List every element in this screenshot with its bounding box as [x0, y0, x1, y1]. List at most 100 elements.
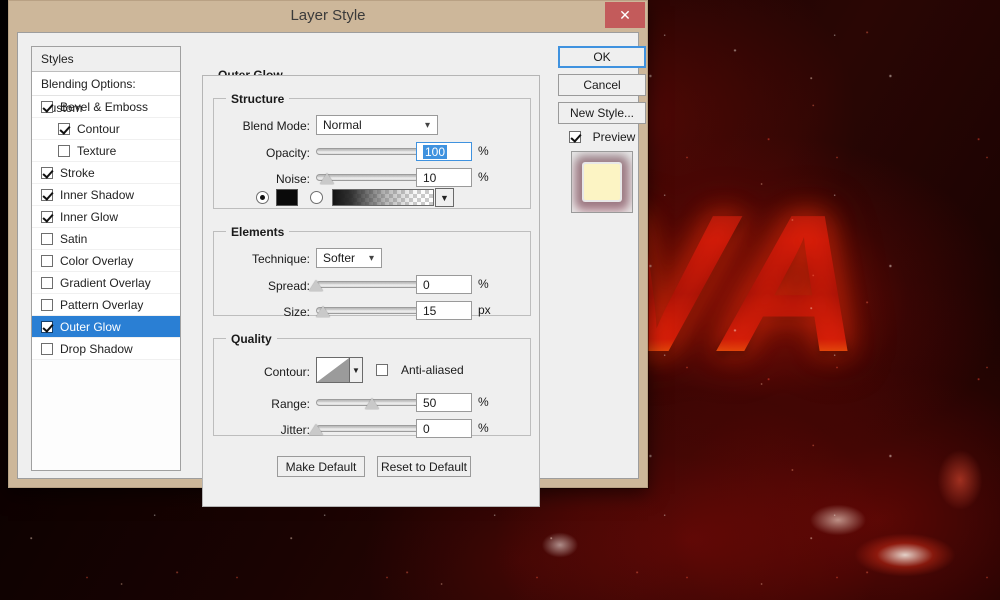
size-slider[interactable] [315, 302, 428, 318]
style-row-checkbox[interactable] [41, 210, 53, 223]
range-input[interactable]: 50 [416, 393, 472, 412]
style-row-checkbox[interactable] [41, 166, 53, 179]
jitter-slider-thumb[interactable] [309, 424, 323, 435]
contour-preset-swatch[interactable] [316, 357, 350, 383]
solid-color-radio[interactable] [256, 191, 269, 204]
gradient-picker-chevron-down-icon[interactable]: ▼ [435, 188, 454, 207]
gradient-swatch[interactable] [332, 189, 434, 206]
structure-group: Structure Blend Mode: Normal ▾ Opacity: … [213, 92, 531, 209]
noise-slider[interactable] [316, 169, 428, 185]
style-preview-thumbnail [571, 151, 633, 213]
spread-input[interactable]: 0 [416, 275, 472, 294]
style-row-checkbox[interactable] [41, 254, 53, 267]
blend-mode-value: Normal [323, 118, 362, 132]
style-row-drop-shadow[interactable]: Drop Shadow [32, 338, 180, 360]
style-row-label: Stroke [60, 165, 95, 180]
style-row-checkbox[interactable] [41, 298, 53, 311]
range-unit: % [478, 395, 489, 409]
reset-to-default-button[interactable]: Reset to Default [377, 456, 471, 477]
range-slider[interactable] [316, 394, 428, 410]
blend-mode-select[interactable]: Normal ▾ [316, 115, 438, 135]
opacity-value: 100 [423, 144, 448, 159]
settings-frame: Structure Blend Mode: Normal ▾ Opacity: … [202, 75, 540, 507]
style-row-label: Drop Shadow [60, 341, 133, 356]
technique-value: Softer [323, 251, 356, 265]
spread-slider[interactable] [309, 276, 428, 292]
jitter-label: Jitter: [280, 423, 310, 437]
style-row-inner-shadow[interactable]: Inner Shadow [32, 184, 180, 206]
style-row-texture[interactable]: Texture [32, 140, 180, 162]
jitter-input[interactable]: 0 [416, 419, 472, 438]
style-row-pattern-overlay[interactable]: Pattern Overlay [32, 294, 180, 316]
preview-swatch [584, 164, 620, 200]
style-row-inner-glow[interactable]: Inner Glow [32, 206, 180, 228]
style-row-label: Inner Shadow [60, 187, 135, 202]
style-row-label: Outer Glow [60, 319, 121, 334]
style-row-color-overlay[interactable]: Color Overlay [32, 250, 180, 272]
elements-group-title: Elements [226, 225, 290, 239]
range-slider-thumb[interactable] [365, 398, 379, 409]
chevron-down-icon: ▾ [424, 120, 430, 131]
jitter-slider[interactable] [309, 420, 428, 436]
preview-label: Preview [592, 130, 636, 144]
style-row-label: Color Overlay [60, 253, 134, 268]
size-input[interactable]: 15 [416, 301, 472, 320]
style-row-checkbox[interactable] [41, 100, 53, 113]
style-row-checkbox[interactable] [41, 320, 53, 333]
quality-group-title: Quality [226, 332, 277, 346]
dialog-titlebar[interactable]: Layer Style ✕ [9, 1, 647, 32]
style-row-outer-glow[interactable]: Outer Glow [32, 316, 180, 338]
style-row-contour[interactable]: Contour [32, 118, 180, 140]
style-row-label: Gradient Overlay [60, 275, 151, 290]
style-row-stroke[interactable]: Stroke [32, 162, 180, 184]
style-row-gradient-overlay[interactable]: Gradient Overlay [32, 272, 180, 294]
quality-group: Quality Contour: ▼ Anti-aliased Range: 5… [213, 332, 531, 438]
blending-options-row[interactable]: Blending Options: Custom [32, 72, 180, 115]
blend-mode-label: Blend Mode: [242, 119, 310, 133]
gradient-radio[interactable] [310, 191, 323, 204]
style-row-label: Inner Glow [60, 209, 119, 224]
opacity-slider[interactable] [316, 143, 435, 159]
jitter-slider-track [316, 425, 428, 432]
style-row-checkbox[interactable] [41, 276, 53, 289]
size-label: Size: [283, 305, 310, 319]
technique-select[interactable]: Softer ▾ [316, 248, 382, 268]
glow-color-swatch[interactable] [276, 189, 298, 206]
size-slider-thumb[interactable] [315, 306, 330, 317]
style-row-label: Bevel & Emboss [60, 99, 149, 114]
style-row-satin[interactable]: Satin [32, 228, 180, 250]
anti-aliased-checkbox[interactable]: Anti-aliased [376, 363, 464, 377]
style-row-label: Satin [60, 231, 88, 246]
preview-checkbox-box [568, 131, 581, 143]
make-default-button[interactable]: Make Default [277, 456, 365, 477]
style-row-checkbox[interactable] [41, 188, 53, 201]
opacity-input[interactable]: 100 [416, 142, 472, 161]
noise-slider-thumb[interactable] [320, 173, 335, 184]
preview-checkbox[interactable]: Preview [558, 130, 646, 144]
spread-slider-thumb[interactable] [309, 280, 323, 291]
noise-input[interactable]: 10 [416, 168, 472, 187]
technique-label: Technique: [251, 252, 310, 266]
structure-group-title: Structure [226, 92, 290, 106]
spread-unit: % [478, 277, 489, 291]
ok-button[interactable]: OK [558, 46, 646, 68]
style-row-checkbox[interactable] [41, 342, 53, 355]
anti-aliased-checkbox-box [376, 364, 388, 376]
style-row-checkbox[interactable] [58, 122, 70, 135]
size-slider-track [316, 307, 428, 314]
opacity-slider-track [316, 148, 428, 155]
dialog-action-panel: OK Cancel New Style... Preview [558, 46, 646, 213]
contour-label: Contour: [263, 365, 310, 379]
new-style-button[interactable]: New Style... [558, 102, 646, 124]
style-row-checkbox[interactable] [58, 144, 70, 157]
cancel-button[interactable]: Cancel [558, 74, 646, 96]
close-icon[interactable]: ✕ [605, 2, 645, 28]
jitter-unit: % [478, 421, 489, 435]
anti-aliased-label: Anti-aliased [401, 363, 464, 377]
style-row-checkbox[interactable] [41, 232, 53, 245]
style-row-label: Pattern Overlay [60, 297, 144, 312]
opacity-unit: % [478, 144, 489, 158]
layer-style-dialog: Layer Style ✕ Styles Blending Options: C… [8, 0, 648, 507]
size-unit: px [478, 303, 491, 317]
contour-chevron-down-icon[interactable]: ▼ [350, 357, 363, 383]
